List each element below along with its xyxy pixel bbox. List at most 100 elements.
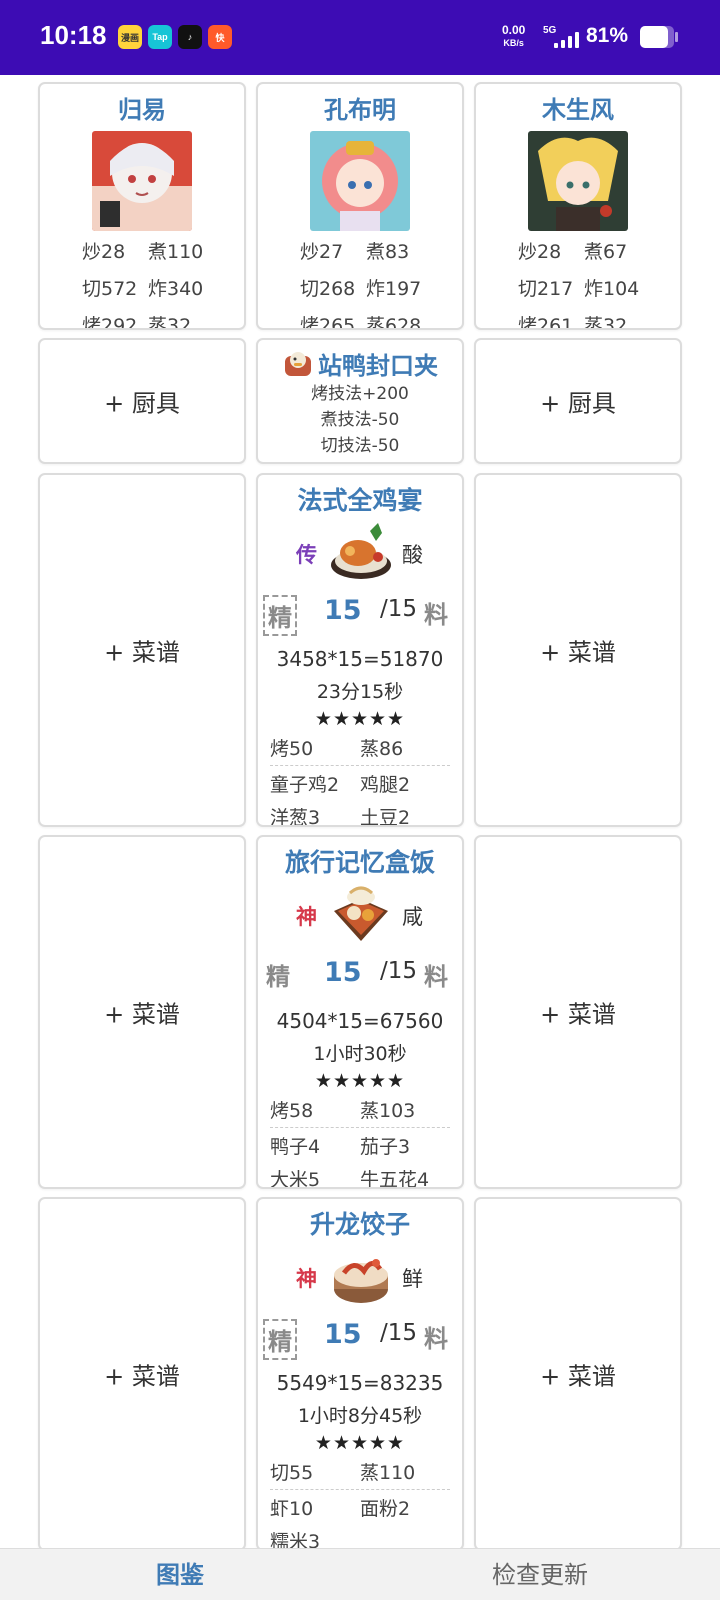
price-formula: 4504*15=67560 bbox=[276, 1009, 444, 1033]
signal-icon bbox=[554, 32, 579, 48]
clock: 10:18 bbox=[40, 20, 107, 50]
stat: 切572 bbox=[82, 278, 138, 300]
ingredient: 鸡腿2 bbox=[360, 774, 411, 796]
stat: 切217 bbox=[518, 278, 574, 300]
chef-card-3[interactable]: 木生风 炒28 煮67 切217 炸104 烤261 蒸32 bbox=[474, 82, 682, 330]
add-equipment-button[interactable]: + 厨具 bbox=[38, 338, 246, 464]
stat: 炒27 bbox=[300, 241, 344, 263]
recipe-card-3[interactable]: 升龙饺子 神 鲜 精 15 /15 料 5549*15=83235 1小时8分4… bbox=[256, 1197, 464, 1551]
equipment-name: 站鸭封口夹 bbox=[318, 352, 438, 380]
chef-avatar bbox=[92, 131, 192, 231]
ingredient: 土豆2 bbox=[360, 807, 411, 827]
requirement: 烤50 bbox=[270, 738, 314, 760]
stat: 炸197 bbox=[366, 278, 422, 300]
equipment-card[interactable]: 站鸭封口夹 烤技法+200 煮技法-50 切技法-50 bbox=[256, 338, 464, 464]
add-recipe-label: + 菜谱 bbox=[104, 1362, 180, 1391]
skill-requirements: 切55 蒸110 bbox=[270, 1458, 462, 1485]
divider bbox=[270, 1127, 450, 1128]
stat: 煮83 bbox=[366, 241, 410, 263]
stat: 炒28 bbox=[82, 241, 126, 263]
stat: 蒸32 bbox=[148, 315, 192, 330]
add-recipe-label: + 菜谱 bbox=[540, 1000, 616, 1029]
skill-requirements: 烤58 蒸103 bbox=[270, 1096, 462, 1123]
stat: 炸340 bbox=[148, 278, 204, 300]
recipe-card-2[interactable]: 旅行记忆盒饭 神 咸 精 15 /15 料 4504*15=67560 1小时3… bbox=[256, 835, 464, 1189]
tab-check-update[interactable]: 检查更新 bbox=[360, 1549, 720, 1600]
network-speed: 0.00 KB/s bbox=[502, 23, 526, 49]
star-rating: ★★★★★ bbox=[314, 1070, 406, 1092]
refine-toggle[interactable]: 精 bbox=[263, 1319, 297, 1360]
ingredient-list: 鸭子4 茄子3 大米5 牛五花4 bbox=[270, 1132, 462, 1189]
ingredient-list: 童子鸡2 鸡腿2 洋葱3 土豆2 bbox=[270, 770, 462, 827]
clip-icon bbox=[285, 351, 311, 376]
stat: 烤261 bbox=[518, 315, 574, 330]
stat: 煮110 bbox=[148, 241, 204, 263]
equipment-effect: 切技法-50 bbox=[320, 436, 400, 456]
chef-card-1[interactable]: 归易 炒28 煮110 切572 炸340 烤292 蒸32 bbox=[38, 82, 246, 330]
flavor: 鲜 bbox=[402, 1267, 423, 1291]
chef-name: 孔布明 bbox=[324, 96, 396, 124]
requirement: 蒸103 bbox=[360, 1100, 416, 1122]
recipe-name: 法式全鸡宴 bbox=[297, 486, 423, 515]
requirement: 蒸86 bbox=[360, 738, 404, 760]
chef-avatar bbox=[528, 131, 628, 231]
quantity-total: /15 bbox=[380, 596, 418, 622]
price-formula: 3458*15=51870 bbox=[276, 647, 444, 671]
refine-toggle[interactable]: 精 bbox=[266, 957, 290, 992]
ingredient: 茄子3 bbox=[360, 1136, 411, 1158]
star-rating: ★★★★★ bbox=[314, 1432, 406, 1454]
quantity-value[interactable]: 15 bbox=[324, 1319, 362, 1350]
quantity-total: /15 bbox=[380, 1320, 418, 1346]
add-recipe-button[interactable]: + 菜谱 bbox=[474, 835, 682, 1189]
add-recipe-button[interactable]: + 菜谱 bbox=[38, 835, 246, 1189]
ingredient-list: 虾10 面粉2 糯米3 bbox=[270, 1494, 462, 1549]
add-recipe-button[interactable]: + 菜谱 bbox=[474, 1197, 682, 1551]
rarity-badge: 神 bbox=[296, 905, 317, 929]
stat: 蒸32 bbox=[584, 315, 628, 330]
chef-name: 归易 bbox=[118, 96, 166, 124]
add-recipe-button[interactable]: + 菜谱 bbox=[38, 1197, 246, 1551]
ingredient: 虾10 bbox=[270, 1498, 314, 1520]
ingredient: 大米5 bbox=[270, 1169, 321, 1189]
stat: 炸104 bbox=[584, 278, 640, 300]
tab-catalog[interactable]: 图鉴 bbox=[0, 1549, 360, 1600]
quantity-value[interactable]: 15 bbox=[324, 595, 362, 626]
add-recipe-label: + 菜谱 bbox=[540, 1362, 616, 1391]
chef-name: 木生风 bbox=[542, 96, 614, 124]
recipe-card-1[interactable]: 法式全鸡宴 传 酸 精 15 /15 料 3458*15=51870 23分15… bbox=[256, 473, 464, 827]
cook-time: 23分15秒 bbox=[316, 681, 404, 703]
requirement: 蒸110 bbox=[360, 1462, 416, 1484]
stat: 烤292 bbox=[82, 315, 138, 330]
ingredient: 洋葱3 bbox=[270, 807, 321, 827]
add-recipe-label: + 菜谱 bbox=[104, 638, 180, 667]
add-recipe-button[interactable]: + 菜谱 bbox=[38, 473, 246, 827]
refine-toggle[interactable]: 精 bbox=[263, 595, 297, 636]
bottom-nav: 图鉴 检查更新 bbox=[0, 1548, 720, 1600]
chef-card-2[interactable]: 孔布明 炒27 煮83 切268 炸197 烤265 蒸628 bbox=[256, 82, 464, 330]
chef-stats: 炒28 煮67 切217 炸104 烤261 蒸32 bbox=[518, 237, 680, 330]
quantity-value[interactable]: 15 bbox=[324, 957, 362, 988]
equipment-effect: 烤技法+200 bbox=[311, 384, 409, 404]
add-recipe-label: + 菜谱 bbox=[104, 1000, 180, 1029]
add-equipment-label: + 厨具 bbox=[540, 389, 616, 418]
stat: 切268 bbox=[300, 278, 356, 300]
cook-time: 1小时8分45秒 bbox=[297, 1405, 423, 1427]
quantity-total: /15 bbox=[380, 958, 418, 984]
divider bbox=[270, 765, 450, 766]
ingredient-toggle[interactable]: 料 bbox=[424, 1319, 448, 1354]
flavor: 咸 bbox=[402, 905, 423, 929]
ingredient-toggle[interactable]: 料 bbox=[424, 957, 448, 992]
add-equipment-button[interactable]: + 厨具 bbox=[474, 338, 682, 464]
add-recipe-button[interactable]: + 菜谱 bbox=[474, 473, 682, 827]
flavor: 酸 bbox=[402, 543, 423, 567]
ingredient: 童子鸡2 bbox=[270, 774, 340, 796]
rarity-badge: 神 bbox=[296, 1267, 317, 1291]
battery-icon bbox=[640, 26, 674, 48]
recipe-name: 旅行记忆盒饭 bbox=[284, 848, 435, 877]
requirement: 切55 bbox=[270, 1462, 314, 1484]
skill-requirements: 烤50 蒸86 bbox=[270, 734, 462, 761]
ingredient-toggle[interactable]: 料 bbox=[424, 595, 448, 630]
kuaishou-icon: 快 bbox=[208, 25, 232, 49]
add-equipment-label: + 厨具 bbox=[104, 389, 180, 418]
stat: 炒28 bbox=[518, 241, 562, 263]
